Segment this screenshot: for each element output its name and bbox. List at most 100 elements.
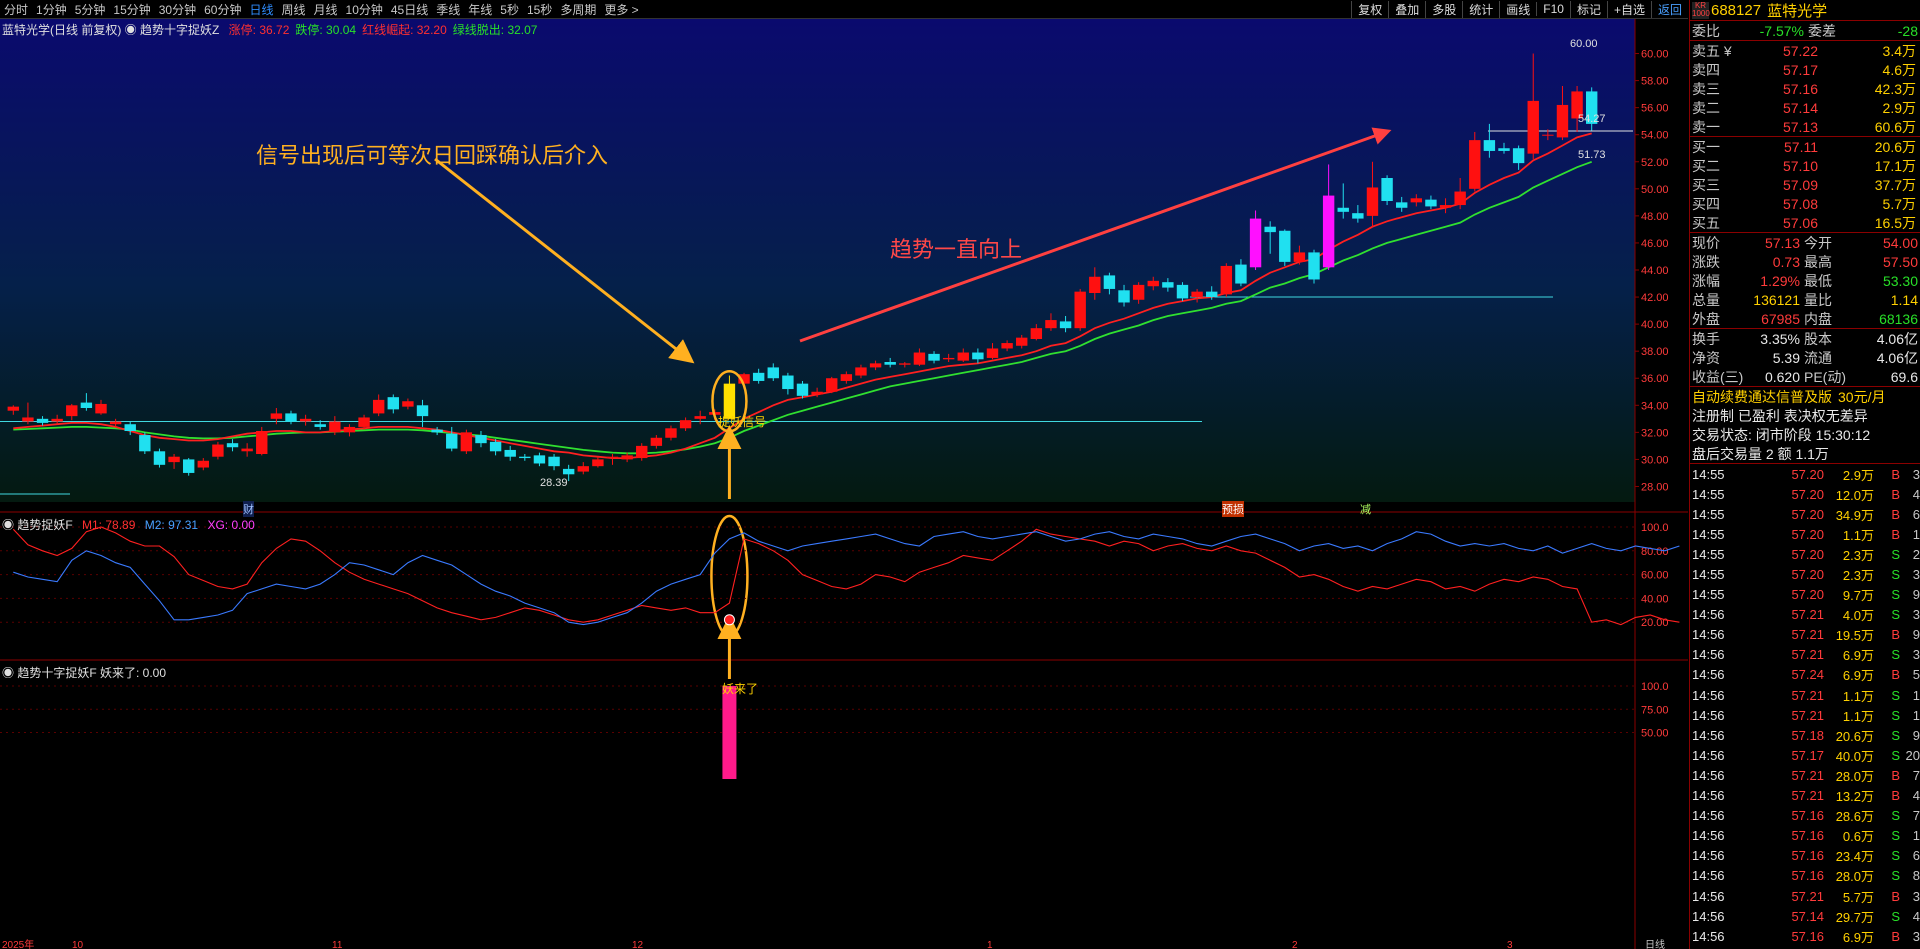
buy-row-0[interactable]: 买一 57.11 20.6万: [1690, 137, 1920, 156]
tick-price: 57.16: [1791, 828, 1824, 844]
period-tab-5[interactable]: 60分钟: [200, 1, 245, 18]
toolbar-button-2[interactable]: 多股: [1425, 0, 1462, 18]
period-tab-10[interactable]: 45日线: [387, 1, 432, 18]
candle-body-25: [372, 399, 385, 414]
period-tab-11[interactable]: 季线: [432, 1, 464, 18]
promo-row[interactable]: 自动续费通达信普及版 30元/月: [1690, 387, 1920, 406]
toolbar-button-6[interactable]: 标记: [1569, 0, 1607, 18]
toolbar-button-5[interactable]: F10: [1536, 2, 1570, 16]
period-tab-15[interactable]: 多周期: [556, 1, 600, 18]
sell-row-3[interactable]: 卖二 57.14 2.9万: [1690, 98, 1920, 117]
tick-time: 14:55: [1692, 546, 1725, 562]
yusun-marker: 预损: [1222, 501, 1244, 517]
tick-price: 57.21: [1791, 707, 1824, 723]
info-value: 0.73: [1772, 253, 1800, 270]
period-tab-8[interactable]: 月线: [310, 1, 342, 18]
toolbar-button-1[interactable]: 叠加: [1388, 0, 1425, 18]
candle-body-70: [1030, 328, 1043, 339]
tick-time: 14:56: [1692, 627, 1725, 643]
candle-body-0: [7, 406, 20, 411]
period-tab-4[interactable]: 30分钟: [155, 1, 200, 18]
buy-label: 买五: [1692, 214, 1720, 231]
period-tab-2[interactable]: 5分钟: [71, 1, 110, 18]
toolbar-button-7[interactable]: +自选: [1606, 0, 1651, 18]
buy-row-3[interactable]: 买四 57.08 5.7万: [1690, 194, 1920, 213]
period-tab-3[interactable]: 15分钟: [109, 1, 154, 18]
tick-side: S: [1891, 868, 1900, 884]
toolbar-button-3[interactable]: 统计: [1462, 0, 1499, 18]
tick-volume: 23.4万: [1835, 849, 1874, 865]
toolbar-button-0[interactable]: 复权: [1351, 0, 1388, 18]
price-info-row-2: 涨幅 1.29% 最低 53.30: [1690, 271, 1920, 290]
period-tab-9[interactable]: 10分钟: [342, 1, 387, 18]
buy-row-1[interactable]: 买二 57.10 17.1万: [1690, 156, 1920, 175]
tick-row-4: 14:55 57.20 2.3万 S 2: [1690, 544, 1920, 564]
tick-row-5: 14:55 57.20 2.3万 S 3: [1690, 564, 1920, 584]
candle-body-30: [446, 433, 458, 449]
market-badge-icon: KR 1000: [1692, 0, 1710, 19]
main-panel-title-row: 蓝特光学(日线 前复权) ◉ 趋势十字捉妖Z 涨停: 36.72 跌停: 30.0…: [2, 21, 537, 38]
price-info-row-3: 总量 136121 量比 1.14: [1690, 290, 1920, 309]
date-axis-label-0: 2025年: [2, 938, 34, 949]
info-label-2: 今开: [1804, 234, 1832, 251]
info-value: 57.13: [1764, 234, 1800, 251]
buy-price: 57.10: [1782, 157, 1818, 174]
buy-row-4[interactable]: 买五 57.06 16.5万: [1690, 213, 1920, 232]
tick-price: 57.20: [1791, 546, 1824, 562]
tick-time: 14:55: [1692, 526, 1725, 542]
tick-row-1: 14:55 57.20 12.0万 B 4: [1690, 484, 1920, 504]
tick-price: 57.20: [1791, 567, 1824, 583]
jian-marker: 减: [1360, 504, 1371, 516]
tick-time: 14:55: [1692, 466, 1725, 482]
period-tab-1[interactable]: 1分钟: [32, 1, 71, 18]
tick-price: 57.16: [1791, 868, 1824, 884]
period-tab-0[interactable]: 分时: [0, 1, 32, 18]
sell-label: 卖一: [1692, 118, 1720, 135]
info-label-2: 最低: [1804, 272, 1832, 289]
sell-row-0[interactable]: 卖五 ¥ 57.22 3.4万: [1690, 41, 1920, 60]
period-tab-13[interactable]: 5秒: [496, 1, 523, 18]
candle-body-98: [1439, 205, 1452, 208]
sell-row-1[interactable]: 卖四 57.17 4.6万: [1690, 60, 1920, 79]
candle-body-8: [124, 424, 136, 431]
tick-volume: 2.3万: [1842, 547, 1874, 563]
tick-list[interactable]: 14:55 57.20 2.9万 B 3 14:55 57.20 12.0万 B 4 14:55 57…: [1690, 464, 1920, 949]
low-price-label: 28.39: [540, 477, 568, 489]
kline-chart-svg[interactable]: 60.00 58.00 56.00 54.00 52.00 50.00 48.00 46.00…: [0, 19, 1688, 949]
tick-count: 9: [1912, 727, 1920, 743]
buy-row-2[interactable]: 买三 57.09 37.7万: [1690, 175, 1920, 194]
tick-row-19: 14:56 57.16 23.4万 S 6: [1690, 846, 1920, 866]
buy-price: 57.09: [1782, 176, 1818, 193]
candle-body-36: [533, 455, 546, 464]
candle-body-76: [1118, 290, 1130, 303]
info-label: 现价: [1692, 234, 1720, 251]
tick-side: B: [1891, 526, 1900, 542]
sell-row-2[interactable]: 卖三 57.16 42.3万: [1690, 79, 1920, 98]
period-tab-7[interactable]: 周线: [277, 1, 309, 18]
buy-label: 买三: [1692, 176, 1720, 193]
period-tab-6[interactable]: 日线: [245, 1, 277, 18]
main-y-label-5: 50.00: [1641, 184, 1669, 196]
period-tab-12[interactable]: 年线: [464, 1, 496, 18]
sell-row-4[interactable]: 卖一 57.13 60.6万: [1690, 117, 1920, 136]
candle-body-21: [314, 424, 326, 427]
toolbar-button-8[interactable]: 返回: [1650, 0, 1688, 18]
tick-row-0: 14:55 57.20 2.9万 B 3: [1690, 464, 1920, 484]
candle-body-85: [1249, 218, 1262, 268]
sell-label: 卖五 ¥: [1692, 42, 1732, 59]
period-tab-14[interactable]: 15秒: [523, 1, 556, 18]
sell-label: 卖二: [1692, 99, 1720, 116]
tick-volume: 19.5万: [1835, 628, 1874, 644]
main-stat-0: 涨停: 36.72: [228, 23, 290, 37]
tick-row-6: 14:55 57.20 9.7万 S 9: [1690, 585, 1920, 605]
info-value-2: 54.00: [1882, 234, 1918, 251]
candle-body-45: [665, 428, 677, 438]
candle-body-79: [1162, 282, 1174, 288]
toolbar-button-4[interactable]: 画线: [1499, 0, 1536, 18]
tick-time: 14:56: [1692, 607, 1725, 623]
sell-volume: 42.3万: [1874, 80, 1916, 97]
info-label-2: 量比: [1804, 291, 1832, 308]
period-tab-16[interactable]: 更多 >: [600, 1, 642, 18]
tick-time: 14:55: [1692, 486, 1725, 502]
candle-body-94: [1381, 178, 1393, 201]
